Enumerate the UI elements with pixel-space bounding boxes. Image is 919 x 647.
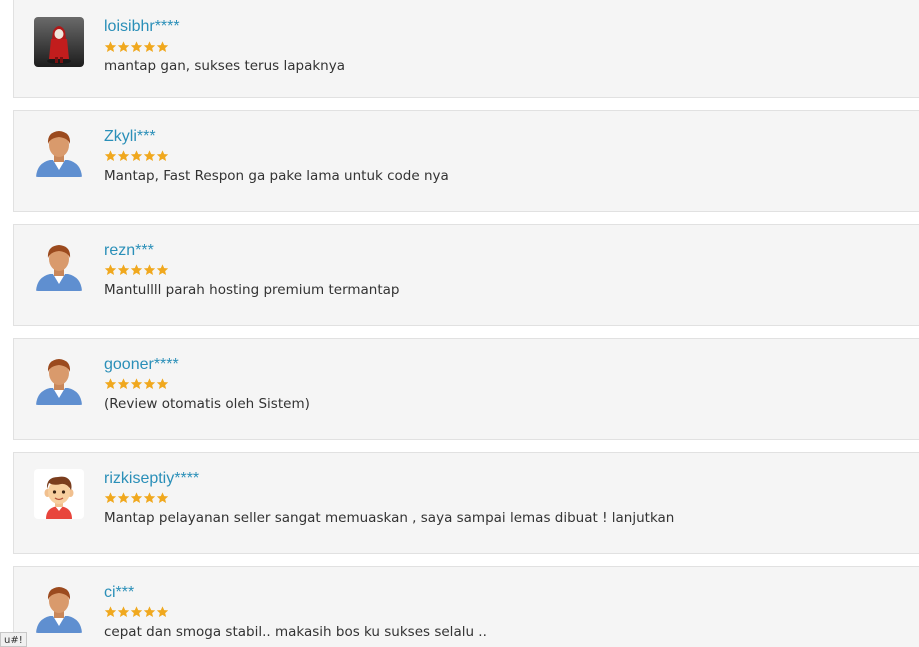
rating-stars [104,149,169,163]
review-comment: mantap gan, sukses terus lapaknya [104,58,345,74]
review-username[interactable]: Zkyli*** [104,128,156,146]
review-card: ci*** cepat dan smoga stabil.. makasih b… [13,566,919,647]
star-icon [104,150,117,162]
review-username[interactable]: gooner**** [104,356,179,374]
review-comment: cepat dan smoga stabil.. makasih bos ku … [104,624,487,640]
star-icon [156,606,169,618]
star-icon [117,264,130,276]
star-icon [130,41,143,53]
star-icon [156,378,169,390]
masked-figure-avatar-icon [34,17,84,67]
default-user-avatar-icon [34,127,84,177]
review-username[interactable]: rezn*** [104,242,154,260]
star-icon [117,606,130,618]
review-username[interactable]: rizkiseptiy**** [104,470,199,488]
status-tooltip: u#! [0,632,27,647]
star-icon [143,606,156,618]
review-comment: Mantap pelayanan seller sangat memuaskan… [104,510,675,526]
star-icon [117,378,130,390]
review-comment: (Review otomatis oleh Sistem) [104,396,310,412]
star-icon [104,492,117,504]
default-user-avatar-icon [34,355,84,405]
rating-stars [104,40,169,54]
star-icon [117,150,130,162]
star-icon [143,150,156,162]
review-list: loisibhr**** mantap gan, sukses terus la… [0,0,919,647]
rating-stars [104,377,169,391]
star-icon [104,264,117,276]
star-icon [143,41,156,53]
review-card: rezn*** Mantullll parah hosting premium … [13,224,919,326]
star-icon [104,41,117,53]
review-card: rizkiseptiy**** Mantap pelayanan seller … [13,452,919,554]
rating-stars [104,605,169,619]
default-user-avatar-icon [34,583,84,633]
star-icon [104,378,117,390]
rating-stars [104,263,169,277]
review-card: loisibhr**** mantap gan, sukses terus la… [13,0,919,98]
review-comment: Mantap, Fast Respon ga pake lama untuk c… [104,168,449,184]
star-icon [117,492,130,504]
review-comment: Mantullll parah hosting premium termanta… [104,282,400,298]
star-icon [130,606,143,618]
star-icon [156,150,169,162]
star-icon [130,264,143,276]
default-user-avatar-icon [34,241,84,291]
cartoon-boy-avatar-icon [34,469,84,519]
star-icon [143,378,156,390]
star-icon [104,606,117,618]
star-icon [143,264,156,276]
review-card: Zkyli*** Mantap, Fast Respon ga pake lam… [13,110,919,212]
review-username[interactable]: ci*** [104,584,134,602]
star-icon [156,492,169,504]
rating-stars [104,491,169,505]
star-icon [156,264,169,276]
star-icon [143,492,156,504]
star-icon [130,492,143,504]
star-icon [130,378,143,390]
star-icon [117,41,130,53]
review-username[interactable]: loisibhr**** [104,18,180,36]
review-card: gooner**** (Review otomatis oleh Sistem) [13,338,919,440]
star-icon [156,41,169,53]
star-icon [130,150,143,162]
